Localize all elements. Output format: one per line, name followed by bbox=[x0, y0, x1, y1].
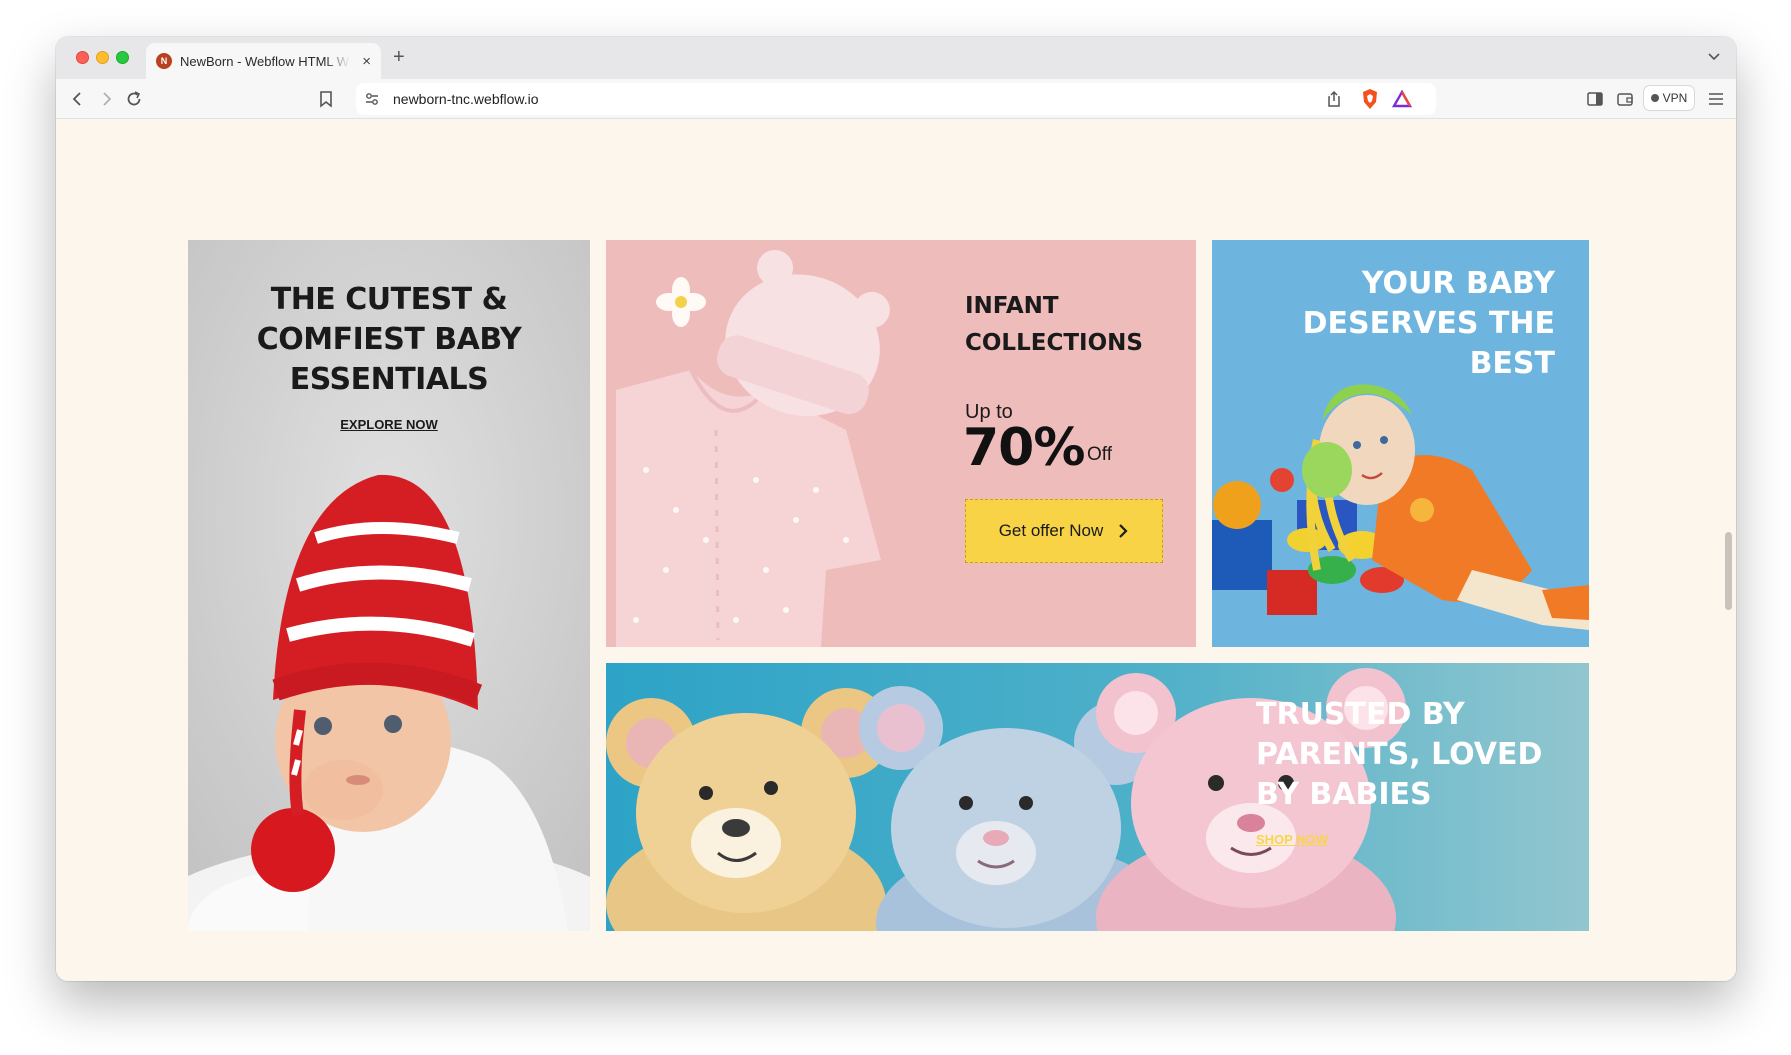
vpn-label: VPN bbox=[1662, 91, 1688, 105]
tab-title: NewBorn - Webflow HTML Website Template bbox=[180, 53, 350, 69]
chevron-right-icon bbox=[1119, 524, 1128, 538]
tab-search-chevron-icon[interactable] bbox=[1706, 48, 1722, 64]
forward-arrow-icon[interactable] bbox=[96, 89, 116, 109]
newborn-favicon-icon: N bbox=[156, 53, 172, 69]
page-content: THE CUTEST & COMFIEST BABY ESSENTIALS EX… bbox=[56, 119, 1736, 981]
cutest-essentials-card[interactable]: THE CUTEST & COMFIEST BABY ESSENTIALS EX… bbox=[188, 240, 590, 931]
site-settings-icon[interactable] bbox=[364, 91, 380, 107]
reload-icon[interactable] bbox=[124, 89, 144, 109]
maximize-window-button[interactable] bbox=[116, 51, 129, 64]
baby-deserves-card[interactable]: YOUR BABY DESERVES THE BEST bbox=[1212, 240, 1589, 647]
wallet-icon[interactable] bbox=[1615, 89, 1635, 109]
tab-newborn[interactable]: N NewBorn - Webflow HTML Website Templat… bbox=[146, 43, 381, 79]
browser-toolbar: newborn-tnc.webflow.io VPN bbox=[56, 79, 1736, 119]
brave-shields-icon[interactable] bbox=[1360, 88, 1380, 110]
brave-rewards-icon[interactable] bbox=[1392, 89, 1412, 109]
new-tab-button[interactable]: + bbox=[393, 46, 405, 69]
page-scrollbar[interactable] bbox=[1725, 532, 1732, 610]
trusted-by-parents-card[interactable]: TRUSTED BY PARENTS, LOVED BY BABIES SHOP… bbox=[606, 663, 1589, 931]
infant-collections-card[interactable]: INFANT COLLECTIONS Up to 70% Off Get off… bbox=[606, 240, 1196, 647]
vpn-status-icon bbox=[1650, 94, 1659, 102]
close-window-button[interactable] bbox=[76, 51, 89, 64]
tab-close-button[interactable]: × bbox=[362, 53, 371, 70]
get-offer-label: Get offer Now bbox=[998, 521, 1104, 540]
discount-percent: 70% bbox=[963, 418, 1085, 478]
sidebar-toggle-icon[interactable] bbox=[1585, 89, 1605, 109]
browser-window: N NewBorn - Webflow HTML Website Templat… bbox=[56, 37, 1736, 981]
vpn-button[interactable]: VPN bbox=[1643, 85, 1695, 111]
share-icon[interactable] bbox=[1324, 89, 1344, 109]
hero-left-title: THE CUTEST & COMFIEST BABY ESSENTIALS bbox=[256, 282, 522, 397]
minimize-window-button[interactable] bbox=[96, 51, 109, 64]
address-bar[interactable]: newborn-tnc.webflow.io bbox=[356, 83, 1436, 115]
explore-now-link[interactable]: EXPLORE NOW bbox=[188, 417, 590, 432]
baby-deserves-title: YOUR BABY DESERVES THE BEST bbox=[1302, 266, 1555, 381]
get-offer-button[interactable]: Get offer Now bbox=[965, 499, 1163, 563]
back-arrow-icon[interactable] bbox=[68, 89, 88, 109]
url-text: newborn-tnc.webflow.io bbox=[393, 91, 539, 107]
infant-title: INFANT COLLECTIONS bbox=[965, 293, 1143, 356]
shop-now-link[interactable]: SHOP NOW bbox=[1256, 832, 1328, 847]
title-bar: N NewBorn - Webflow HTML Website Templat… bbox=[56, 37, 1736, 79]
bookmark-icon[interactable] bbox=[316, 89, 336, 109]
menu-icon[interactable] bbox=[1706, 89, 1726, 109]
trusted-title: TRUSTED BY PARENTS, LOVED BY BABIES bbox=[1256, 697, 1543, 812]
off-label: Off bbox=[1087, 444, 1112, 465]
